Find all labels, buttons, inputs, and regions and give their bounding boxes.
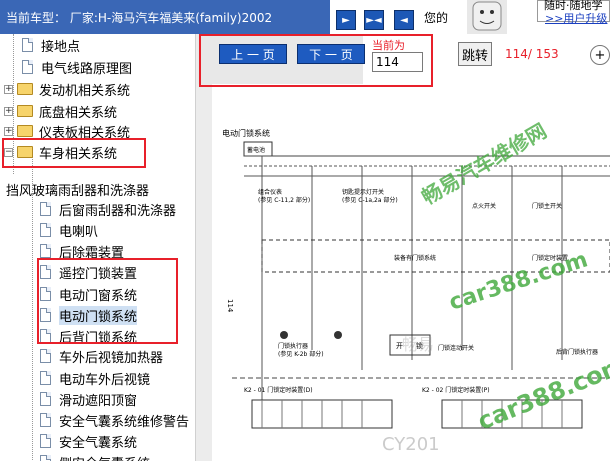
tree-item-mirror-heater[interactable]: 车外后视镜加热器 <box>40 346 163 366</box>
upgrade-link[interactable]: >>用户升级 <box>545 10 607 26</box>
tree-item-power-mirror[interactable]: 电动车外后视镜 <box>40 368 150 388</box>
tree-item-label: 接地点 <box>41 39 81 55</box>
document-icon <box>40 392 51 406</box>
tree-item-engine[interactable]: + 发动机相关系统 <box>4 79 130 99</box>
sidebar-scrollbar[interactable] <box>195 34 212 461</box>
top-bar: 当前车型： 厂家:H-海马汽车福美来(family)2002 ► ►◄ ◄ 您的… <box>0 0 610 34</box>
tree-item-wiper[interactable]: 挡风玻璃雨刮器和洗涤器 <box>6 179 149 199</box>
jump-button[interactable]: 跳转 <box>458 42 492 66</box>
tree-item-label: 发动机相关系统 <box>39 83 131 99</box>
tree-item-label: 电喇叭 <box>59 224 99 240</box>
title-strip: 当前车型： 厂家:H-海马汽车福美来(family)2002 <box>0 0 330 34</box>
tree-item-sunroof[interactable]: 滑动遮阳顶窗 <box>40 389 137 409</box>
highlight-box-body <box>2 138 146 168</box>
watermark-1: car388.com <box>446 247 591 315</box>
diagram-page-number: 114 <box>226 299 234 313</box>
tree-item-chassis[interactable]: + 底盘相关系统 <box>4 101 117 121</box>
diagram-svg: 电动门锁系统 蓄电池 装备有门锁系统 门锁定时装置 组合仪表 (参见 C-11,… <box>222 119 610 455</box>
nav-back-icon[interactable]: ◄ <box>394 10 414 30</box>
diagram-title: 电动门锁系统 <box>222 128 270 138</box>
nav-forward-icon[interactable]: ► <box>336 10 356 30</box>
sidebar-tree: 接地点 电气线路原理图 + 发动机相关系统 + 底盘相关系统 + 仪表板相关系统… <box>0 34 212 461</box>
expand-icon[interactable]: + <box>4 106 13 116</box>
expand-icon[interactable]: + <box>4 126 13 136</box>
tree-item-label: 滑动遮阳顶窗 <box>59 393 138 409</box>
page-count: 114/ 153 <box>505 47 559 61</box>
highlight-box-locks <box>37 258 178 344</box>
folder-icon <box>17 105 33 117</box>
watermark-4: 畅易 <box>402 335 434 354</box>
document-icon <box>40 223 51 237</box>
tree-item-rear-wiper[interactable]: 后窗雨刮器和洗涤器 <box>40 199 176 219</box>
document-icon <box>40 434 51 448</box>
diagram-label-actuator-ref: (参见 K-2b 部分) <box>278 350 324 358</box>
tree-item-side-airbag[interactable]: 侧安全气囊系统 <box>40 452 150 461</box>
tree-item-label: 安全气囊系统 <box>59 435 138 451</box>
highlight-box-toolbar <box>199 34 433 87</box>
diagram-label-master: 门锁主开关 <box>532 202 562 210</box>
tree-item-label: 电动车外后视镜 <box>59 372 151 388</box>
document-icon <box>40 455 51 461</box>
document-icon <box>40 413 51 427</box>
diagram-label-cluster: 组合仪表 <box>258 188 282 196</box>
tree-item-airbag-warning[interactable]: 安全气囊系统维修警告 <box>40 410 189 430</box>
tree-item-label: 车外后视镜加热器 <box>59 350 164 366</box>
document-icon <box>40 202 51 216</box>
expand-icon[interactable]: + <box>4 84 13 94</box>
document-icon <box>40 244 51 258</box>
vehicle-title: 当前车型： 厂家:H-海马汽车福美来(family)2002 <box>6 11 273 25</box>
diagram-label-k202: K2 - 02 门锁定时装置(P) <box>422 386 490 394</box>
diagram-label-system: 装备有门锁系统 <box>394 254 436 262</box>
tree-item-label: 底盘相关系统 <box>39 105 118 121</box>
nav-collapse-icon[interactable]: ►◄ <box>364 10 384 30</box>
watermark-3: CY201 <box>382 434 440 455</box>
diagram-label-actuator: 门锁执行器 <box>278 342 308 350</box>
tree-item-label: 电气线路原理图 <box>41 61 133 77</box>
watermark-cn: 畅易汽车维修网 <box>418 119 551 210</box>
folder-icon <box>17 83 33 95</box>
tree-item-airbag[interactable]: 安全气囊系统 <box>40 431 137 451</box>
document-icon <box>40 371 51 385</box>
tree-item-label: 安全气囊系统维修警告 <box>59 414 190 430</box>
tree-item-ground[interactable]: 接地点 <box>22 35 80 55</box>
tree-item-wiring[interactable]: 电气线路原理图 <box>22 57 132 77</box>
welcome-text: 您的 <box>424 11 449 25</box>
folder-icon <box>17 125 33 137</box>
document-icon <box>22 60 33 74</box>
diagram-label-cluster-ref: (参见 C-11,2 部分) <box>258 196 310 204</box>
document-icon <box>22 38 33 52</box>
diagram-label-link-switch: 门锁连动开关 <box>438 344 474 352</box>
diagram-label-tailgate: 后背门锁执行器 <box>556 348 598 356</box>
document-icon <box>40 349 51 363</box>
diagram-label-key-switch: 钥匙提示灯开关 <box>342 188 384 196</box>
tree-item-horn[interactable]: 电喇叭 <box>40 220 98 240</box>
zoom-in-icon[interactable]: + <box>590 45 610 65</box>
battery-label: 蓄电池 <box>247 146 265 154</box>
mascot-image <box>467 0 507 34</box>
tree-item-label: 挡风玻璃雨刮器和洗涤器 <box>6 183 150 199</box>
diagram-label-key-ref: (参见 C-1a,2a 部分) <box>342 196 398 204</box>
wiring-diagram: 电动门锁系统 蓄电池 装备有门锁系统 门锁定时装置 组合仪表 (参见 C-11,… <box>222 110 610 461</box>
tree-item-label: 侧安全气囊系统 <box>59 453 150 461</box>
diagram-label-k201: K2 - 01 门锁定时装置(D) <box>244 386 313 394</box>
diagram-label-ignition: 点火开关 <box>472 202 496 210</box>
tree-item-label: 后窗雨刮器和洗涤器 <box>59 203 177 219</box>
